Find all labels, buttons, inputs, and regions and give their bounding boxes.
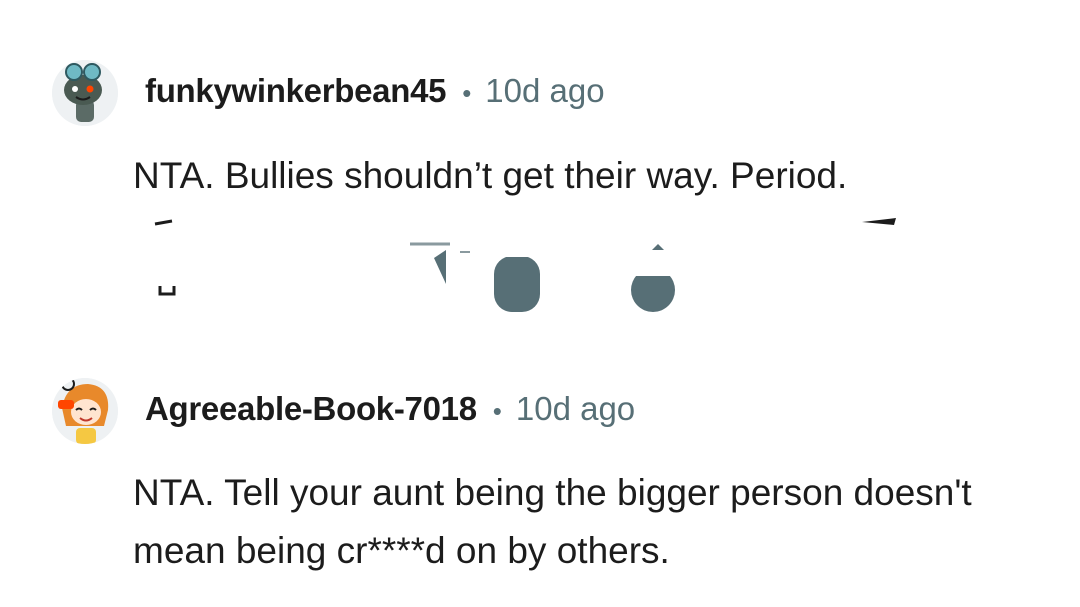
comment-body: NTA. Bullies shouldn’t get their way. Pe… [133, 155, 848, 196]
username-link[interactable]: Agreeable-Book-7018 [145, 390, 477, 428]
snoo-goggles-avatar-icon [52, 60, 118, 126]
user-avatar[interactable] [52, 60, 118, 126]
comment-body: NTA. Tell your aunt being the bigger per… [133, 472, 972, 571]
comment-action-bar [0, 210, 1080, 320]
comment-meta: funkywinkerbean45 • 10d ago [145, 72, 605, 110]
more-options-icon[interactable] [150, 218, 180, 298]
comment-timestamp[interactable]: 10d ago [485, 72, 604, 110]
comment-meta: Agreeable-Book-7018 • 10d ago [145, 390, 635, 428]
user-avatar[interactable] [52, 378, 118, 444]
comment-timestamp[interactable]: 10d ago [516, 390, 635, 428]
meta-separator: • [492, 396, 502, 426]
username-link[interactable]: funkywinkerbean45 [145, 72, 446, 110]
share-icon[interactable] [624, 240, 684, 320]
snoo-orange-hair-avatar-icon [52, 378, 118, 444]
award-icon[interactable] [410, 240, 550, 315]
reply-icon[interactable] [860, 216, 900, 228]
meta-separator: • [462, 78, 472, 108]
